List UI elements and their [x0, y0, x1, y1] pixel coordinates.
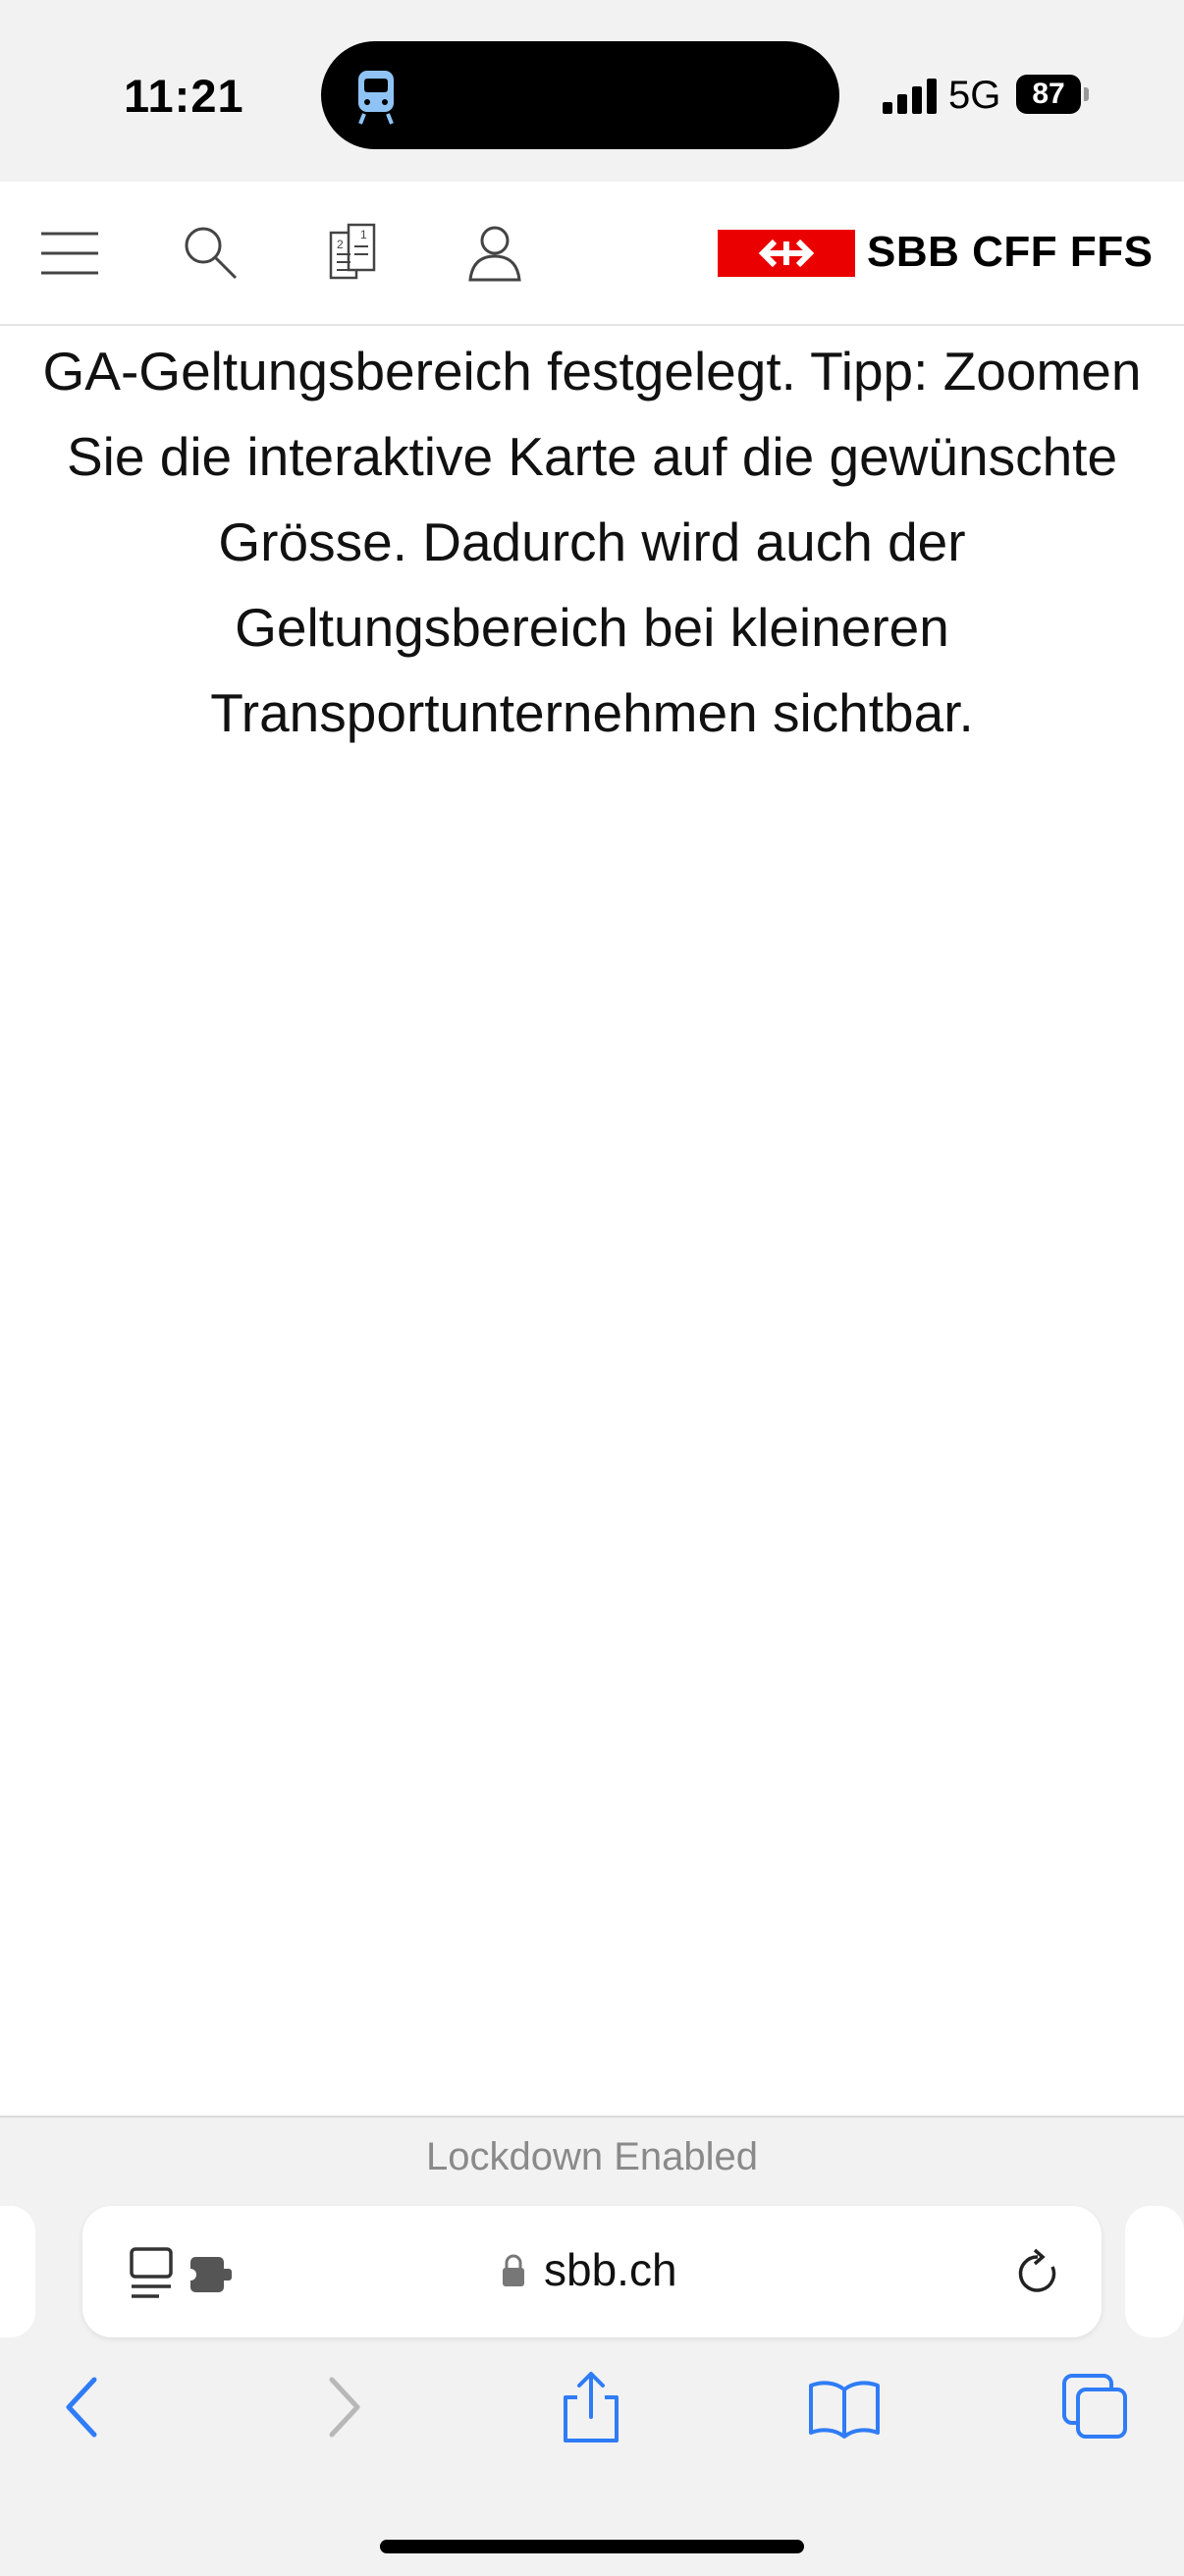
tabs-icon[interactable]	[1056, 2368, 1135, 2446]
page-menu-icon[interactable]	[130, 2245, 247, 2300]
browser-toolbar: Lockdown Enabled sbb.ch	[0, 2116, 1184, 2576]
account-icon[interactable]	[460, 219, 529, 288]
status-bar: 11:21 5G 87	[0, 0, 1184, 182]
address-bar[interactable]: sbb.ch	[82, 2206, 1102, 2337]
logo-text: SBB CFF FFS	[867, 228, 1154, 276]
reload-icon[interactable]	[1009, 2245, 1066, 2302]
next-tab-preview[interactable]	[1125, 2206, 1184, 2337]
search-icon[interactable]	[177, 219, 245, 288]
lock-icon	[503, 2254, 524, 2286]
status-time: 11:21	[124, 70, 244, 122]
scope-info-text: GA-Geltungsbereich festgelegt. Tipp: Zoo…	[42, 341, 1142, 743]
url-text: sbb.ch	[544, 2244, 677, 2295]
back-icon[interactable]	[45, 2368, 124, 2446]
share-icon[interactable]	[552, 2368, 630, 2446]
home-indicator[interactable]	[380, 2540, 804, 2553]
battery-level: 87	[1016, 75, 1081, 114]
lockdown-label: Lockdown Enabled	[425, 2135, 759, 2178]
dynamic-island[interactable]	[321, 41, 839, 149]
network-type: 5G	[948, 74, 1001, 117]
sbb-flag	[718, 230, 855, 277]
menu-icon[interactable]	[36, 219, 105, 288]
battery-tip	[1084, 87, 1089, 101]
site-header: 2 1 SBB CFF FFS	[0, 182, 1184, 326]
tickets-icon[interactable]: 2 1	[319, 219, 388, 288]
battery-icon: 87	[1016, 75, 1095, 118]
tram-icon	[358, 71, 394, 125]
sbb-arrows-icon	[758, 239, 815, 268]
previous-tab-preview[interactable]	[0, 2206, 35, 2337]
forward-icon[interactable]	[302, 2368, 381, 2446]
bookmarks-icon[interactable]	[805, 2368, 884, 2446]
svg-text:1: 1	[360, 228, 367, 242]
svg-text:2: 2	[337, 238, 344, 251]
signal-icon	[883, 79, 937, 114]
